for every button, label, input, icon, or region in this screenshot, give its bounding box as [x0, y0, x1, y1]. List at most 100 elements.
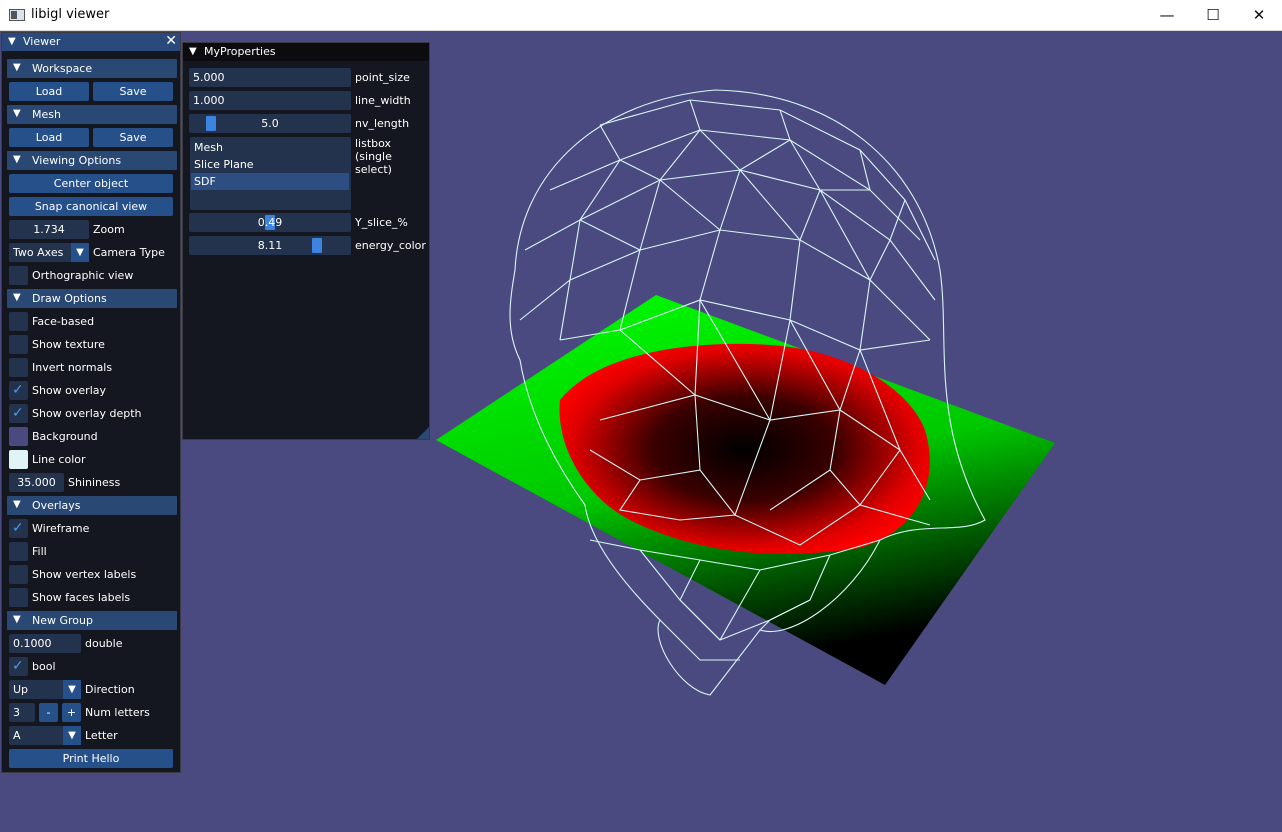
- my-properties-titlebar[interactable]: ▼ MyProperties: [183, 43, 429, 61]
- face-based-checkbox[interactable]: [9, 312, 28, 331]
- new-group-header[interactable]: ▼ New Group: [7, 611, 177, 630]
- decrement-button[interactable]: -: [39, 703, 58, 722]
- collapse-arrow-icon[interactable]: ▼: [189, 46, 197, 57]
- energy-color-slider[interactable]: 8.11: [189, 236, 351, 255]
- letter-value: A: [13, 729, 21, 742]
- overlays-label: Overlays: [32, 499, 81, 512]
- invert-normals-checkbox[interactable]: [9, 358, 28, 377]
- line-color-label: Line color: [32, 453, 86, 466]
- num-letters-label: Num letters: [85, 706, 150, 719]
- slider-grab[interactable]: [206, 116, 216, 131]
- nv-length-label: nv_length: [355, 117, 410, 130]
- direction-value: Up: [13, 683, 29, 696]
- face-labels-label: Show faces labels: [32, 591, 131, 604]
- face-based-label: Face-based: [32, 315, 95, 328]
- list-item[interactable]: Mesh: [193, 139, 351, 156]
- line-color-swatch[interactable]: [9, 450, 28, 469]
- resize-grip-icon[interactable]: [417, 427, 429, 439]
- mesh-load-button[interactable]: Load: [9, 128, 89, 147]
- listbox-sublabel: (single select): [355, 150, 392, 176]
- bool-checkbox[interactable]: ✓: [9, 657, 28, 676]
- y-slice-value: 0.49: [257, 216, 283, 229]
- workspace-load-button[interactable]: Load: [9, 82, 89, 101]
- show-overlay-depth-label: Show overlay depth: [32, 407, 142, 420]
- center-object-button[interactable]: Center object: [9, 174, 173, 193]
- collapse-arrow-icon[interactable]: ▼: [8, 36, 16, 47]
- viewer-panel: ▼ Viewer ✕ ▼ Workspace Load Save ▼ Mesh …: [1, 32, 181, 773]
- orthographic-checkbox[interactable]: [9, 266, 28, 285]
- face-labels-checkbox[interactable]: [9, 588, 28, 607]
- point-size-input[interactable]: 5.000: [189, 68, 351, 87]
- print-hello-button[interactable]: Print Hello: [9, 749, 173, 768]
- dropdown-arrow-icon[interactable]: ▼: [63, 726, 81, 745]
- close-panel-icon[interactable]: ✕: [165, 33, 177, 49]
- point-size-label: point_size: [355, 71, 410, 84]
- workspace-header-label: Workspace: [32, 62, 93, 75]
- collapse-arrow-icon: ▼: [13, 62, 21, 73]
- show-texture-label: Show texture: [32, 338, 105, 351]
- dropdown-arrow-icon[interactable]: ▼: [63, 680, 81, 699]
- y-slice-slider[interactable]: 0.49: [189, 213, 351, 232]
- direction-select[interactable]: Up ▼: [9, 680, 81, 699]
- shininess-input[interactable]: 35.000: [9, 473, 64, 492]
- window-title: libigl viewer: [31, 7, 110, 22]
- draw-options-label: Draw Options: [32, 292, 107, 305]
- overlays-header[interactable]: ▼ Overlays: [7, 496, 177, 515]
- workspace-save-button[interactable]: Save: [93, 82, 173, 101]
- snap-canonical-view-button[interactable]: Snap canonical view: [9, 197, 173, 216]
- listbox[interactable]: Mesh Slice Plane SDF: [190, 137, 351, 210]
- nv-length-slider[interactable]: 5.0: [189, 114, 351, 133]
- close-window-button[interactable]: ✕: [1236, 0, 1282, 31]
- maximize-button[interactable]: ☐: [1190, 0, 1236, 31]
- nv-length-value: 5.0: [261, 117, 279, 130]
- new-group-label: New Group: [32, 614, 93, 627]
- collapse-arrow-icon: ▼: [13, 154, 21, 165]
- letter-select[interactable]: A ▼: [9, 726, 81, 745]
- shininess-label: Shininess: [68, 476, 121, 489]
- listbox-label: listbox: [355, 137, 392, 150]
- invert-normals-label: Invert normals: [32, 361, 113, 374]
- background-label: Background: [32, 430, 98, 443]
- num-letters-input[interactable]: 3: [9, 703, 35, 722]
- camera-type-label: Camera Type: [93, 246, 165, 259]
- checkmark-icon: ✓: [12, 382, 24, 398]
- list-item-selected[interactable]: SDF: [191, 173, 349, 190]
- line-width-input[interactable]: 1.000: [189, 91, 351, 110]
- double-input[interactable]: 0.1000: [9, 634, 81, 653]
- show-overlay-label: Show overlay: [32, 384, 107, 397]
- y-slice-label: Y_slice_%: [355, 216, 408, 229]
- show-overlay-checkbox[interactable]: ✓: [9, 381, 28, 400]
- viewing-options-label: Viewing Options: [32, 154, 122, 167]
- list-item[interactable]: Slice Plane: [193, 156, 351, 173]
- mesh-header[interactable]: ▼ Mesh: [7, 105, 177, 124]
- zoom-label: Zoom: [93, 223, 125, 236]
- collapse-arrow-icon: ▼: [13, 292, 21, 303]
- increment-button[interactable]: +: [62, 703, 81, 722]
- bool-label: bool: [32, 660, 56, 673]
- energy-color-value: 8.11: [257, 239, 283, 252]
- wireframe-checkbox[interactable]: ✓: [9, 519, 28, 538]
- my-properties-title: MyProperties: [204, 45, 276, 58]
- app-icon: [9, 9, 25, 21]
- slider-grab[interactable]: [312, 238, 322, 253]
- viewer-panel-titlebar[interactable]: ▼ Viewer ✕: [2, 33, 180, 51]
- fill-checkbox[interactable]: [9, 542, 28, 561]
- show-texture-checkbox[interactable]: [9, 335, 28, 354]
- orthographic-label: Orthographic view: [32, 269, 134, 282]
- collapse-arrow-icon: ▼: [13, 614, 21, 625]
- zoom-input[interactable]: 1.734: [9, 220, 89, 239]
- vertex-labels-checkbox[interactable]: [9, 565, 28, 584]
- workspace-header[interactable]: ▼ Workspace: [7, 59, 177, 78]
- viewing-options-header[interactable]: ▼ Viewing Options: [7, 151, 177, 170]
- background-color-swatch[interactable]: [9, 427, 28, 446]
- dropdown-arrow-icon[interactable]: ▼: [71, 243, 89, 262]
- viewer-panel-title: Viewer: [23, 35, 61, 48]
- double-label: double: [85, 637, 123, 650]
- camera-type-select[interactable]: Two Axes ▼: [9, 243, 89, 262]
- mesh-save-button[interactable]: Save: [93, 128, 173, 147]
- mesh-header-label: Mesh: [32, 108, 61, 121]
- window-titlebar: libigl viewer — ☐ ✕: [0, 0, 1282, 31]
- draw-options-header[interactable]: ▼ Draw Options: [7, 289, 177, 308]
- minimize-button[interactable]: —: [1144, 0, 1190, 31]
- show-overlay-depth-checkbox[interactable]: ✓: [9, 404, 28, 423]
